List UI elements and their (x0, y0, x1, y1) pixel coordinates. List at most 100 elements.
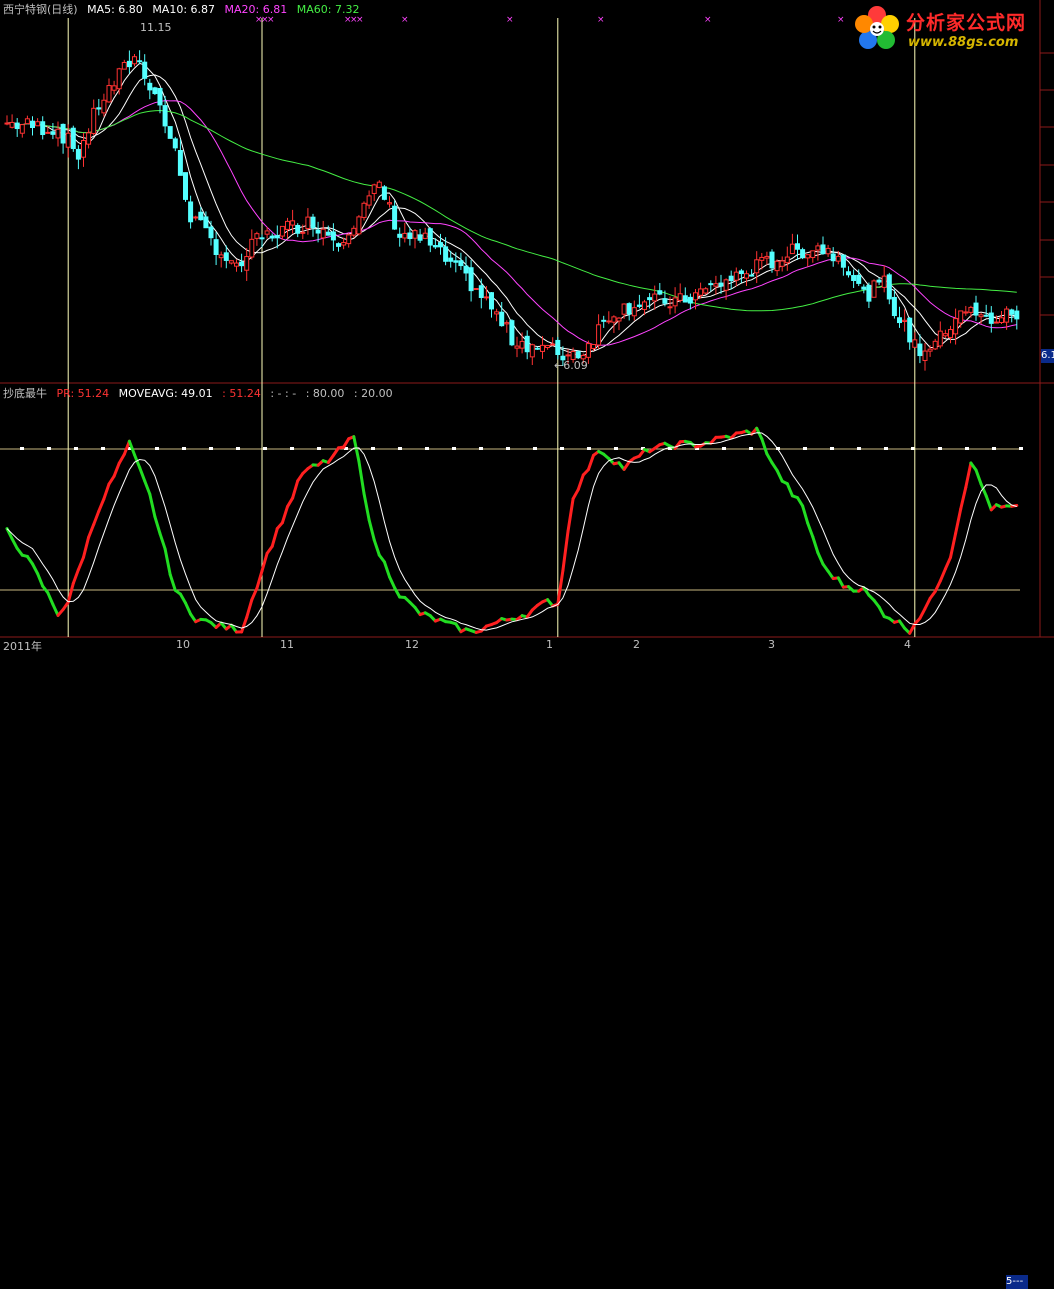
candle (138, 50, 142, 64)
candle-body (286, 221, 290, 229)
candle-body (255, 234, 259, 239)
chart-canvas[interactable]: ××××××××××× 11.15 ←6.09 (0, 0, 1054, 653)
candle (546, 345, 550, 349)
pr-segment (48, 593, 53, 605)
candle-body (321, 229, 325, 238)
level-dot (47, 447, 51, 450)
candle (908, 317, 912, 350)
candle (280, 226, 284, 239)
candle-body (326, 232, 330, 235)
candle-body (31, 121, 35, 127)
chart-stage[interactable]: ××××××××××× 11.15 ←6.09 西宁特钢(日线) MA5: 6.… (0, 0, 1054, 653)
candle (153, 87, 157, 95)
pr-segment (33, 564, 38, 574)
candle (515, 337, 519, 357)
candle-body (337, 244, 341, 247)
candle-body (750, 275, 754, 276)
candle-body (658, 291, 662, 294)
candle (510, 319, 514, 346)
candle-body (785, 257, 789, 263)
candle-body (683, 296, 687, 302)
candle-body (928, 349, 932, 351)
level-dot (803, 447, 807, 450)
pr-segment (563, 531, 568, 570)
signal-marker-7: × (506, 15, 514, 25)
date-label-2011: 2011年 (3, 638, 42, 654)
signal-marker-10: × (837, 15, 845, 25)
candle-body (362, 203, 366, 217)
pr-segment (976, 470, 981, 484)
candle-body (204, 217, 208, 228)
logo-title: 分析家公式网 (906, 8, 1026, 35)
level-dot (533, 447, 537, 450)
pr-segment (920, 609, 925, 619)
pr-segment (374, 540, 379, 555)
level-dot (155, 447, 159, 450)
flower-logo-icon (850, 2, 904, 56)
candle (632, 301, 636, 321)
candle-body (454, 261, 458, 262)
candle-body (882, 276, 886, 287)
candle-body (898, 318, 902, 323)
candle-body (240, 262, 244, 266)
pr-segment (818, 553, 823, 564)
pr-segment (364, 493, 369, 519)
candle-body (643, 302, 647, 309)
level-dot (398, 447, 402, 450)
candle (775, 259, 779, 276)
candle (745, 270, 749, 285)
pr-segment (578, 475, 583, 490)
candle-body (964, 312, 968, 313)
candle-body (10, 122, 14, 127)
level-dot (236, 447, 240, 450)
candle-body (87, 133, 91, 144)
candle-body (428, 229, 432, 245)
candle-body (1015, 311, 1019, 319)
pr-segment (986, 496, 991, 510)
candle-body (500, 312, 504, 325)
candle (923, 343, 927, 371)
date-axis: 2011年 10 11 12 1 2 3 4 5--- (0, 637, 1054, 653)
candle (469, 260, 473, 302)
candle-body (393, 206, 397, 229)
candle (423, 228, 427, 239)
candle (821, 237, 825, 255)
candle (133, 54, 137, 66)
candle-body (270, 236, 274, 238)
candle-body (331, 232, 335, 240)
level-dot (20, 447, 24, 450)
candle (362, 201, 366, 220)
candle (535, 346, 539, 349)
indicator-lines[interactable] (7, 428, 1017, 633)
candle (413, 229, 417, 248)
candle-body (847, 272, 851, 275)
candle (872, 279, 876, 297)
candle-body (811, 251, 815, 258)
pr-segment (272, 529, 277, 547)
candle-body (739, 271, 743, 274)
candle-body (780, 261, 784, 266)
level-dot (587, 447, 591, 450)
pr-segment (762, 439, 767, 454)
candlestick-series[interactable] (5, 50, 1019, 370)
candle-body (408, 233, 412, 239)
candle (673, 287, 677, 313)
candle (806, 255, 810, 267)
candle-body (153, 88, 157, 94)
candle-body (97, 108, 101, 109)
date-label-jan: 1 (546, 638, 553, 651)
candle (464, 257, 468, 282)
indicator-legend: 抄底最牛 PR: 51.24 MOVEAVG: 49.01 : 51.24 : … (3, 387, 399, 401)
candle (903, 309, 907, 331)
ma20-line (7, 101, 1017, 346)
signal-marker-8: × (597, 15, 605, 25)
candle (826, 245, 830, 257)
date-label-mar: 3 (768, 638, 775, 651)
candle (331, 223, 335, 251)
candle-body (235, 263, 239, 266)
pr-segment (777, 470, 782, 481)
candle (602, 316, 606, 328)
candle-body (632, 308, 636, 316)
candle-body (892, 297, 896, 315)
pr-segment (262, 553, 267, 571)
